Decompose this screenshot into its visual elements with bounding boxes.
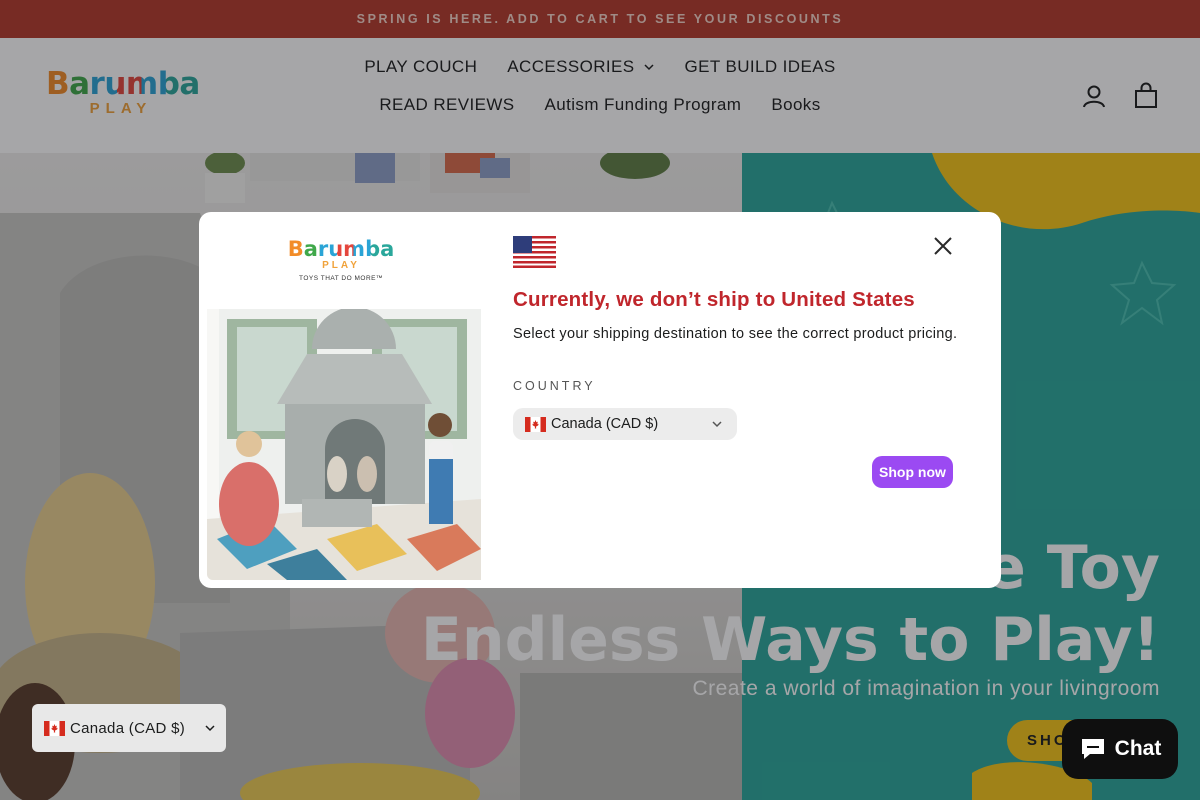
country-select-value: Canada (CAD $) (551, 416, 659, 432)
modal-title: Currently, we don’t ship to United State… (513, 288, 915, 311)
shop-now-button[interactable]: Shop now (872, 456, 953, 488)
modal-logo-tagline: TOYS THAT DO MORE™ (298, 275, 383, 282)
us-flag-icon (513, 236, 556, 268)
modal-description: Select your shipping destination to see … (513, 326, 958, 342)
modal-photo-art (207, 309, 481, 580)
modal-logo: Barumba PLAY TOYS THAT DO MORE™ (281, 238, 401, 282)
floating-country-selector[interactable]: Canada (CAD $) (32, 704, 226, 752)
modal-logo-word: Barumba (287, 237, 395, 261)
modal-logo-sub: PLAY (322, 260, 360, 271)
modal-logo-wordmark: Barumba (281, 238, 401, 260)
chevron-down-icon (205, 725, 215, 732)
modal-product-photo (207, 309, 481, 580)
canada-flag-icon (525, 416, 546, 432)
close-icon[interactable] (932, 235, 954, 257)
country-select[interactable]: Canada (CAD $) (513, 408, 737, 440)
canada-flag-icon (44, 720, 65, 736)
floating-country-label: Canada (CAD $) (70, 719, 186, 737)
chat-bubble-icon (1081, 739, 1104, 759)
chat-label: Chat (1114, 737, 1162, 760)
chat-button[interactable]: Chat (1062, 719, 1178, 779)
chevron-down-icon (712, 421, 722, 428)
shipping-modal: Barumba PLAY TOYS THAT DO MORE™ Currentl… (199, 212, 1001, 588)
country-label: COUNTRY (513, 379, 596, 393)
